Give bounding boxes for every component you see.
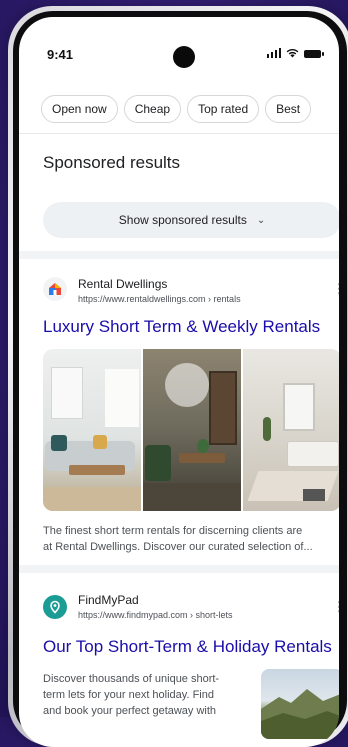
result-snippet: Discover thousands of unique short- term… [43,671,249,719]
result-image-gallery[interactable] [43,349,339,511]
bedroom-photo[interactable] [243,349,339,511]
camera-cutout [173,46,195,68]
site-name[interactable]: FindMyPad [78,593,139,607]
section-separator [19,251,339,259]
battery-icon [304,50,324,58]
more-options-icon[interactable]: ⋮ [333,281,339,297]
more-options-icon[interactable]: ⋮ [333,599,339,615]
house-icon [49,283,61,295]
site-name[interactable]: Rental Dwellings [78,277,167,291]
site-url[interactable]: https://www.findmypad.com › short-lets [78,610,233,620]
wifi-icon [286,48,299,58]
result-title-link[interactable]: Our Top Short-Term & Holiday Rentals [43,637,332,657]
system-icons [266,48,324,58]
section-separator [19,565,339,573]
location-pin-icon [50,600,60,614]
snippet-line: at Rental Dwellings. Discover our curate… [43,541,313,553]
site-url[interactable]: https://www.rentaldwellings.com › rental… [78,294,241,304]
result-title-link[interactable]: Luxury Short Term & Weekly Rentals [43,317,320,337]
snippet-line: Discover thousands of unique short- [43,673,220,685]
phone-frame: 9:41 Open now Cheap Top rated Best Spons… [8,6,348,747]
snippet-line: term lets for your next holiday. Find [43,689,214,701]
lounge-with-bookshelf-photo[interactable] [143,349,241,511]
findmypad-favicon [43,595,67,619]
filter-chips: Open now Cheap Top rated Best [41,95,312,123]
chip-best[interactable]: Best [265,95,312,123]
signal-icon [266,48,281,58]
sponsored-results-heading: Sponsored results [43,153,181,172]
mountain-landscape-art [261,689,339,739]
result-snippet: The finest short term rentals for discer… [43,523,339,555]
show-sponsored-label: Show sponsored results [118,213,247,227]
mountain-landscape-photo[interactable] [261,669,339,739]
status-bar: 9:41 [19,17,339,68]
snippet-line: The finest short term rentals for discer… [43,525,303,537]
status-time: 9:41 [47,47,74,62]
show-sponsored-results-button[interactable]: Show sponsored results ⌄ [43,202,339,238]
phone-screen: 9:41 Open now Cheap Top rated Best Spons… [19,17,339,747]
chevron-down-icon: ⌄ [256,214,266,226]
chip-open-now[interactable]: Open now [41,95,118,123]
chips-divider [19,133,339,134]
chip-top-rated[interactable]: Top rated [187,95,260,123]
chip-cheap[interactable]: Cheap [123,95,182,123]
rental-dwellings-favicon [43,277,67,301]
living-room-photo[interactable] [43,349,141,511]
